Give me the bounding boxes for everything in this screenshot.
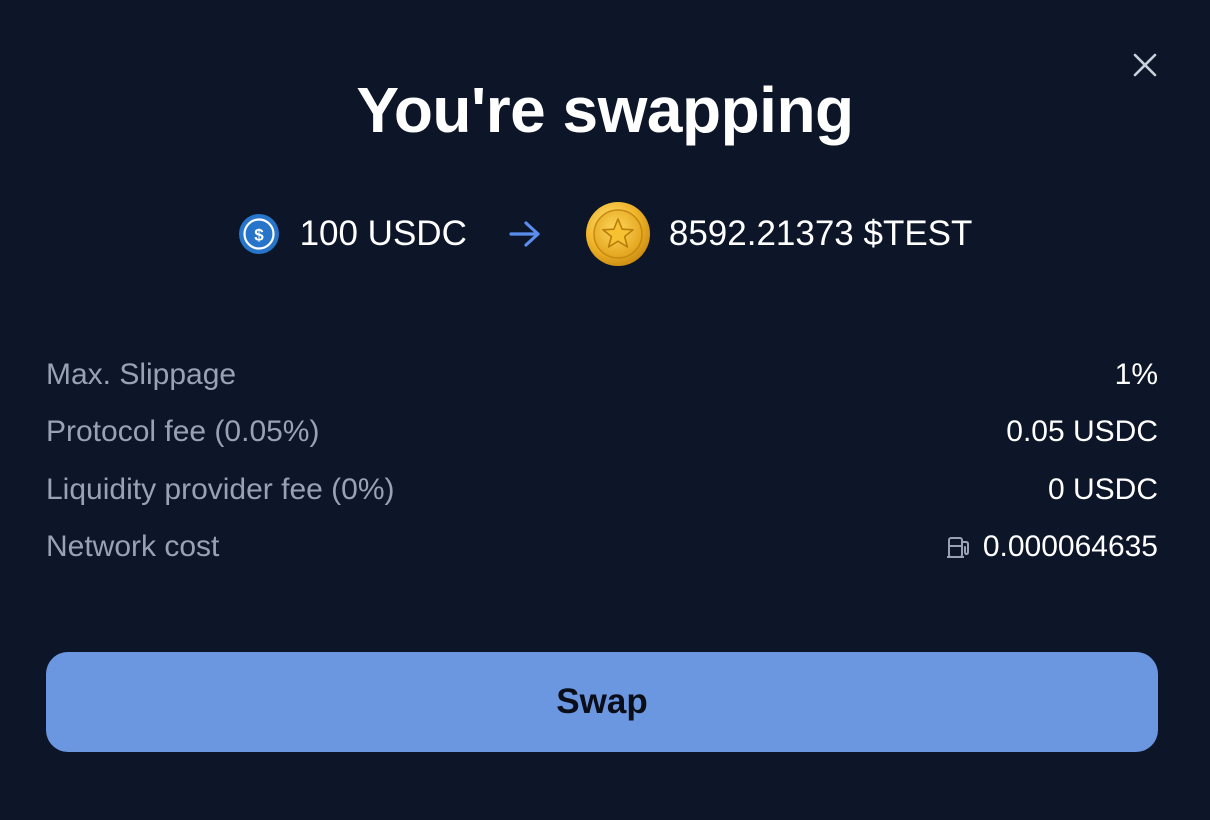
slippage-value: 1% bbox=[1114, 357, 1158, 391]
slippage-label: Max. Slippage bbox=[46, 357, 237, 391]
detail-row-slippage: Max. Slippage 1% bbox=[46, 346, 1158, 404]
from-token: $ 100 USDC bbox=[238, 213, 467, 255]
modal-title: You're swapping bbox=[356, 74, 854, 146]
test-token-icon bbox=[585, 202, 650, 266]
svg-text:$: $ bbox=[254, 226, 264, 245]
detail-row-lp-fee: Liquidity provider fee (0%) 0 USDC bbox=[46, 461, 1158, 519]
swap-summary: $ 100 USDC 8592.21373 $TEST bbox=[0, 200, 1210, 268]
swap-details: Max. Slippage 1% Protocol fee (0.05%) 0.… bbox=[46, 346, 1158, 576]
gas-pump-icon bbox=[946, 537, 969, 559]
swap-confirmation-modal: You're swapping $ 100 USDC 8592.21373 $T… bbox=[0, 0, 1210, 820]
swap-button[interactable]: Swap bbox=[46, 652, 1158, 752]
to-token: 8592.21373 $TEST bbox=[585, 201, 973, 267]
usdc-icon: $ bbox=[238, 214, 279, 254]
network-cost-label: Network cost bbox=[46, 530, 220, 564]
lp-fee-label: Liquidity provider fee (0%) bbox=[46, 472, 395, 506]
network-cost-value-wrap: 0.000064635 bbox=[945, 530, 1158, 564]
detail-row-protocol-fee: Protocol fee (0.05%) 0.05 USDC bbox=[46, 404, 1158, 462]
lp-fee-value: 0 USDC bbox=[1047, 472, 1158, 506]
protocol-fee-label: Protocol fee (0.05%) bbox=[46, 415, 320, 449]
protocol-fee-value: 0.05 USDC bbox=[1006, 415, 1158, 449]
to-amount: 8592.21373 $TEST bbox=[668, 214, 973, 253]
network-cost-value: 0.000064635 bbox=[982, 530, 1158, 564]
detail-row-network-cost: Network cost 0.000064635 bbox=[46, 519, 1158, 577]
arrow-right-icon bbox=[509, 221, 540, 247]
from-amount: 100 USDC bbox=[299, 214, 467, 253]
